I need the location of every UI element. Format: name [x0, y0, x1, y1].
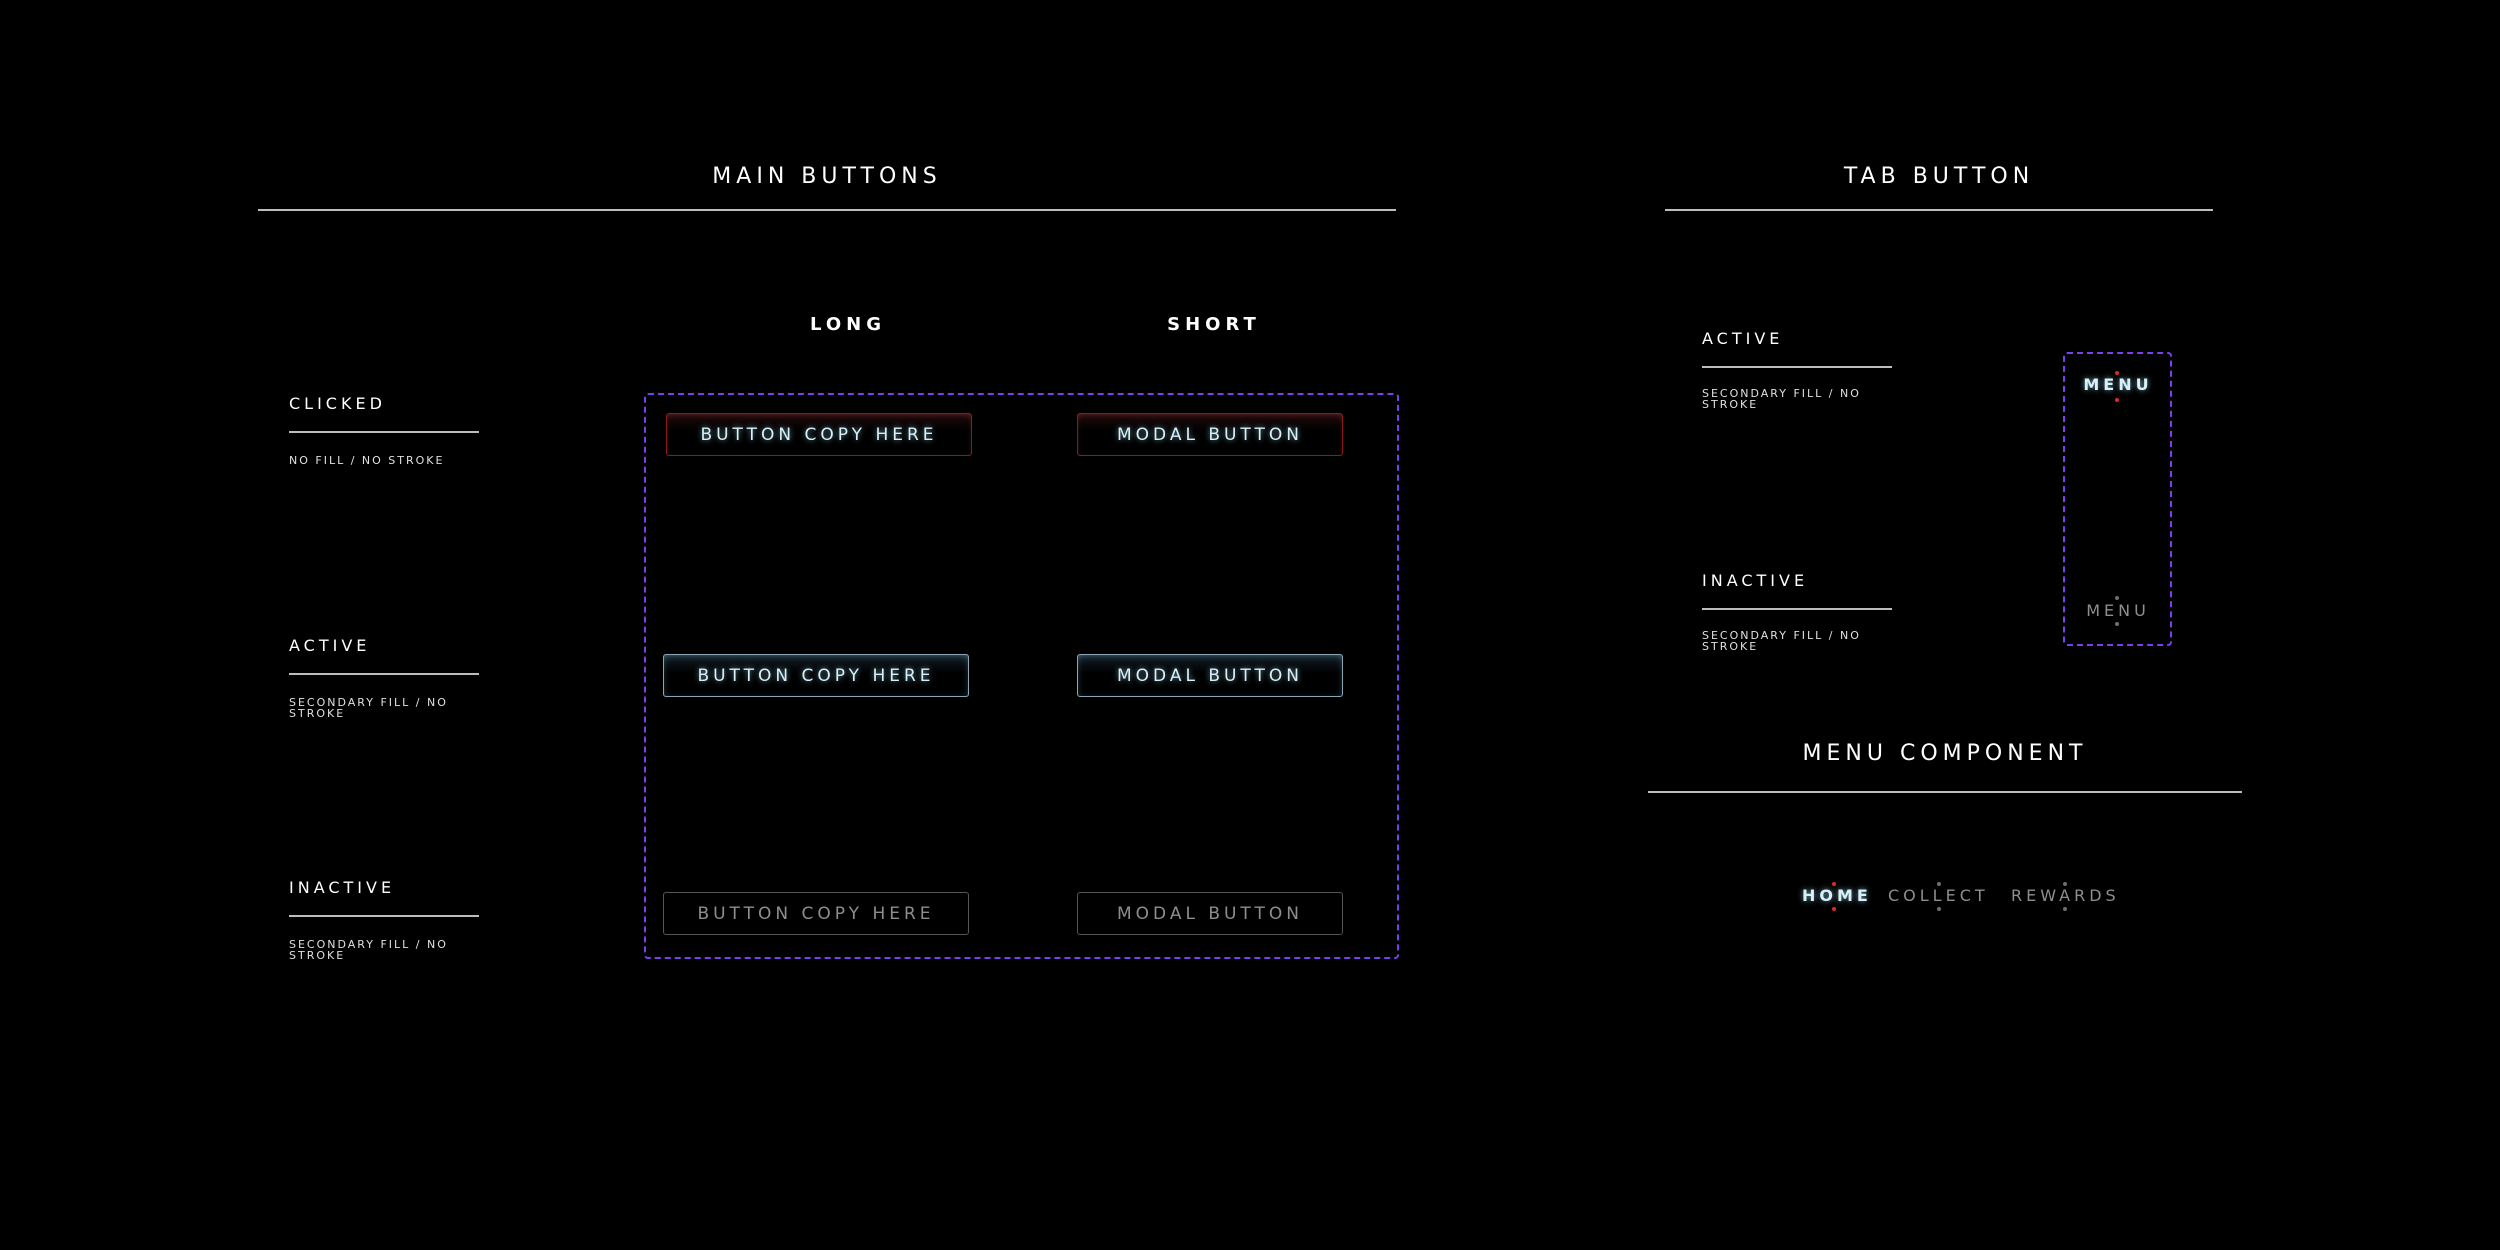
tab-state-desc-active: SECONDARY FILL / NO STROKE	[1702, 387, 1861, 411]
menu-component-title: MENU COMPONENT	[1802, 741, 2088, 766]
long-button-active[interactable]: BUTTON COPY HERE	[663, 654, 969, 697]
menu-item-rewards[interactable]: REWARDS	[2011, 886, 2120, 905]
long-button-inactive[interactable]: BUTTON COPY HERE	[663, 892, 969, 935]
tab-indicator-dot-bottom	[2115, 398, 2119, 402]
tab-state-active: ACTIVE SECONDARY FILL / NO STROKE	[1702, 329, 1892, 410]
state-label-active: ACTIVE	[289, 636, 371, 655]
main-buttons-title: MAIN BUTTONS	[712, 164, 942, 189]
state-divider	[1702, 608, 1892, 610]
long-button-clicked[interactable]: BUTTON COPY HERE	[666, 413, 972, 456]
state-desc-clicked: NO FILL / NO STROKE	[289, 454, 445, 467]
state-inactive: INACTIVE SECONDARY FILL / NO STROKE	[289, 878, 479, 961]
state-divider	[289, 673, 479, 675]
modal-button-inactive[interactable]: MODAL BUTTON	[1077, 892, 1343, 935]
state-label-clicked: CLICKED	[289, 394, 386, 413]
menu-indicator-dot-bottom	[1832, 907, 1836, 911]
state-divider	[1702, 366, 1892, 368]
state-active: ACTIVE SECONDARY FILL / NO STROKE	[289, 636, 479, 719]
modal-button-active[interactable]: MODAL BUTTON	[1077, 654, 1343, 697]
tab-state-label-active: ACTIVE	[1702, 329, 1784, 348]
menu-component-divider	[1648, 791, 2242, 793]
tab-indicator-dot-bottom	[2115, 622, 2119, 626]
tab-button-title: TAB BUTTON	[1843, 164, 2035, 189]
state-divider	[289, 915, 479, 917]
state-desc-active: SECONDARY FILL / NO STROKE	[289, 696, 448, 720]
tab-state-desc-inactive: SECONDARY FILL / NO STROKE	[1702, 629, 1861, 653]
tab-indicator-dot-top	[2115, 596, 2119, 600]
menu-item-home[interactable]: HOME	[1802, 886, 1872, 905]
tab-button-divider	[1665, 209, 2213, 211]
state-divider	[289, 431, 479, 433]
tab-state-inactive: INACTIVE SECONDARY FILL / NO STROKE	[1702, 571, 1892, 652]
main-buttons-divider	[258, 209, 1396, 211]
menu-indicator-dot-bottom	[2063, 907, 2067, 911]
menu-indicator-dot-bottom	[1937, 907, 1941, 911]
tab-state-label-inactive: INACTIVE	[1702, 571, 1809, 590]
modal-button-clicked[interactable]: MODAL BUTTON	[1077, 413, 1343, 456]
column-title-short: SHORT	[1167, 314, 1261, 335]
menu-item-collect[interactable]: COLLECT	[1888, 886, 1989, 905]
state-clicked: CLICKED NO FILL / NO STROKE	[289, 394, 479, 466]
tab-menu-inactive[interactable]: MENU	[2068, 601, 2168, 620]
tab-menu-active[interactable]: MENU	[2068, 375, 2168, 394]
column-title-long: LONG	[810, 314, 886, 335]
state-desc-inactive: SECONDARY FILL / NO STROKE	[289, 938, 448, 962]
state-label-inactive: INACTIVE	[289, 878, 396, 897]
